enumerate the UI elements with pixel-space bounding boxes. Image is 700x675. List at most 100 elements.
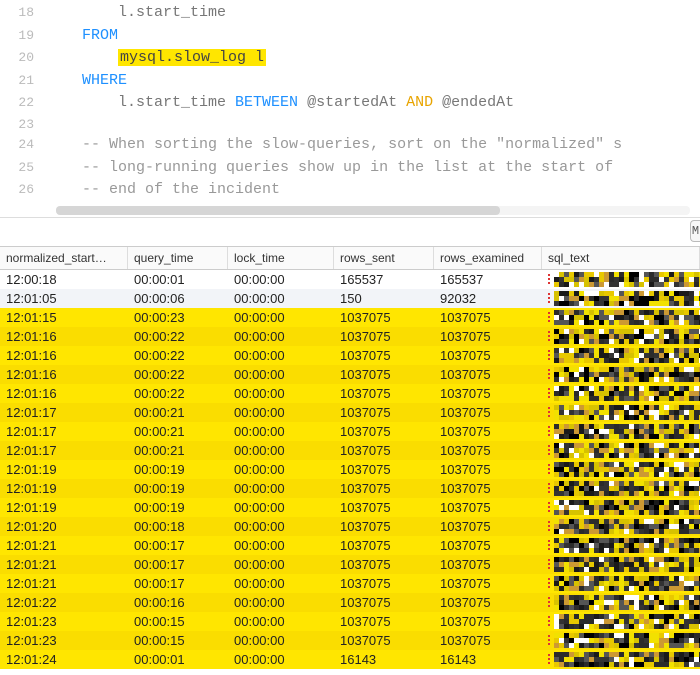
table-cell: 12:01:19 <box>0 461 128 478</box>
column-header[interactable]: normalized_start… <box>0 247 128 269</box>
table-cell: 00:00:21 <box>128 423 228 440</box>
table-cell: 00:00:17 <box>128 537 228 554</box>
table-row[interactable]: 12:01:1700:00:2100:00:0010370751037075 <box>0 403 700 422</box>
table-row[interactable]: 12:01:1700:00:2100:00:0010370751037075 <box>0 422 700 441</box>
cell-separator-icon <box>548 426 550 436</box>
table-cell: 1037075 <box>434 499 542 516</box>
table-cell: 00:00:00 <box>228 575 334 592</box>
table-row[interactable]: 12:01:2100:00:1700:00:0010370751037075 <box>0 555 700 574</box>
table-cell: 00:00:00 <box>228 537 334 554</box>
grid-body[interactable]: 12:00:1800:00:0100:00:0016553716553712:0… <box>0 270 700 669</box>
pixelated-sql-text <box>554 424 700 439</box>
table-cell: 1037075 <box>334 404 434 421</box>
table-cell: 1037075 <box>334 499 434 516</box>
cell-separator-icon <box>548 407 550 417</box>
table-row[interactable]: 12:01:1600:00:2200:00:0010370751037075 <box>0 346 700 365</box>
table-row[interactable]: 12:01:1700:00:2100:00:0010370751037075 <box>0 441 700 460</box>
cell-separator-icon <box>548 312 550 322</box>
table-cell: 00:00:00 <box>228 385 334 402</box>
table-row[interactable]: 12:01:1900:00:1900:00:0010370751037075 <box>0 498 700 517</box>
table-cell: 12:01:23 <box>0 632 128 649</box>
table-cell: 00:00:17 <box>128 575 228 592</box>
line-number: 24 <box>0 135 46 155</box>
code-line[interactable]: 22 l.start_time BETWEEN @startedAt AND @… <box>0 92 700 115</box>
sql-editor[interactable]: 18 l.start_time19 FROM20 mysql.slow_log … <box>0 0 700 218</box>
code-line[interactable]: 19 FROM <box>0 25 700 48</box>
scrollbar-thumb[interactable] <box>56 206 500 215</box>
pixelated-sql-text <box>554 329 700 344</box>
table-cell: 12:00:18 <box>0 271 128 288</box>
column-header[interactable]: lock_time <box>228 247 334 269</box>
code-text[interactable]: l.start_time <box>46 2 226 25</box>
table-cell: 1037075 <box>434 632 542 649</box>
pixelated-sql-text <box>554 443 700 458</box>
pixelated-sql-text <box>554 519 700 534</box>
table-row[interactable]: 12:01:0500:00:0600:00:0015092032 <box>0 289 700 308</box>
table-row[interactable]: 12:01:1600:00:2200:00:0010370751037075 <box>0 365 700 384</box>
table-cell: 1037075 <box>334 613 434 630</box>
code-text[interactable]: -- long-running queries show up in the l… <box>46 157 613 180</box>
cell-separator-icon <box>548 521 550 531</box>
cell-separator-icon <box>548 445 550 455</box>
table-cell: 1037075 <box>334 442 434 459</box>
grid-header: normalized_start…query_timelock_timerows… <box>0 246 700 270</box>
table-cell: 12:01:17 <box>0 442 128 459</box>
column-header[interactable]: rows_examined <box>434 247 542 269</box>
code-line[interactable]: 24 -- When sorting the slow-queries, sor… <box>0 134 700 157</box>
table-cell: 00:00:16 <box>128 594 228 611</box>
table-row[interactable]: 12:01:1500:00:2300:00:0010370751037075 <box>0 308 700 327</box>
column-header[interactable]: query_time <box>128 247 228 269</box>
pixelated-sql-text <box>554 595 700 610</box>
table-row[interactable]: 12:01:2300:00:1500:00:0010370751037075 <box>0 631 700 650</box>
table-cell: 00:00:00 <box>228 651 334 668</box>
table-cell: 00:00:00 <box>228 518 334 535</box>
table-cell: 00:00:00 <box>228 404 334 421</box>
table-row[interactable]: 12:01:2400:00:0100:00:001614316143 <box>0 650 700 669</box>
code-line[interactable]: 25 -- long-running queries show up in th… <box>0 157 700 180</box>
sql-text-cell <box>542 518 700 535</box>
table-cell: 00:00:00 <box>228 423 334 440</box>
code-line[interactable]: 26 -- end of the incident <box>0 179 700 202</box>
cell-separator-icon <box>548 635 550 645</box>
table-cell: 00:00:22 <box>128 385 228 402</box>
code-line[interactable]: 21 WHERE <box>0 70 700 93</box>
line-number: 22 <box>0 93 46 113</box>
more-button[interactable]: M <box>690 220 700 242</box>
cell-separator-icon <box>548 388 550 398</box>
table-row[interactable]: 12:01:1900:00:1900:00:0010370751037075 <box>0 460 700 479</box>
table-cell: 1037075 <box>434 404 542 421</box>
code-text[interactable]: mysql.slow_log l <box>46 47 266 70</box>
code-line[interactable]: 20 mysql.slow_log l <box>0 47 700 70</box>
code-text[interactable]: l.start_time BETWEEN @startedAt AND @end… <box>46 92 514 115</box>
table-row[interactable]: 12:01:2300:00:1500:00:0010370751037075 <box>0 612 700 631</box>
table-row[interactable]: 12:01:1600:00:2200:00:0010370751037075 <box>0 384 700 403</box>
editor-horizontal-scrollbar[interactable] <box>56 206 690 215</box>
pixelated-sql-text <box>554 367 700 382</box>
table-cell: 00:00:00 <box>228 594 334 611</box>
table-row[interactable]: 12:01:2100:00:1700:00:0010370751037075 <box>0 574 700 593</box>
table-row[interactable]: 12:01:2000:00:1800:00:0010370751037075 <box>0 517 700 536</box>
table-cell: 1037075 <box>334 537 434 554</box>
code-text[interactable]: FROM <box>46 25 118 48</box>
table-cell: 12:01:16 <box>0 385 128 402</box>
code-text[interactable]: -- When sorting the slow-queries, sort o… <box>46 134 622 157</box>
table-cell: 12:01:05 <box>0 290 128 307</box>
table-cell: 1037075 <box>434 613 542 630</box>
table-cell: 16143 <box>434 651 542 668</box>
sql-text-cell <box>542 499 700 516</box>
code-line[interactable]: 23 <box>0 115 700 135</box>
table-row[interactable]: 12:00:1800:00:0100:00:00165537165537 <box>0 270 700 289</box>
table-row[interactable]: 12:01:1600:00:2200:00:0010370751037075 <box>0 327 700 346</box>
column-header[interactable]: rows_sent <box>334 247 434 269</box>
table-cell: 00:00:19 <box>128 499 228 516</box>
column-header[interactable]: sql_text <box>542 247 700 269</box>
code-text[interactable]: WHERE <box>46 70 127 93</box>
code-line[interactable]: 18 l.start_time <box>0 2 700 25</box>
table-row[interactable]: 12:01:1900:00:1900:00:0010370751037075 <box>0 479 700 498</box>
table-cell: 12:01:21 <box>0 575 128 592</box>
table-cell: 00:00:01 <box>128 651 228 668</box>
table-row[interactable]: 12:01:2100:00:1700:00:0010370751037075 <box>0 536 700 555</box>
code-text[interactable]: -- end of the incident <box>46 179 280 202</box>
table-cell: 16143 <box>334 651 434 668</box>
table-row[interactable]: 12:01:2200:00:1600:00:0010370751037075 <box>0 593 700 612</box>
